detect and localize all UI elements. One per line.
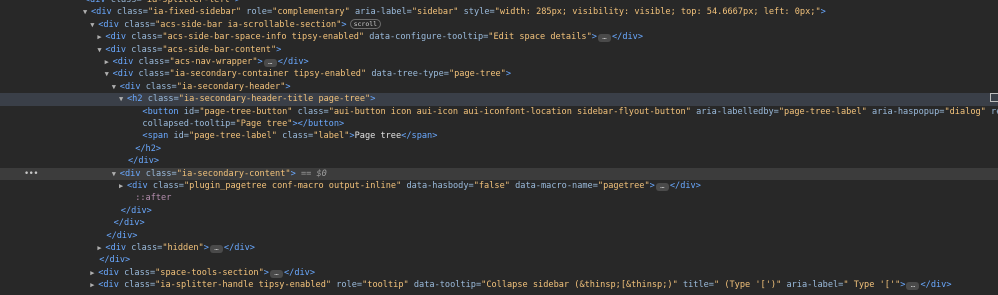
dom-node-markup: <span id="page-tree-label" class="label"… — [142, 131, 438, 142]
dom-node-line[interactable]: </div> — [0, 254, 998, 266]
collapse-triangle-icon[interactable]: ▼ — [83, 6, 91, 18]
collapse-triangle-icon[interactable]: ▼ — [105, 68, 113, 80]
dom-node-markup: </div> — [106, 230, 138, 241]
dom-node-markup: </h2> — [135, 143, 162, 154]
expand-triangle-icon[interactable]: ▶ — [119, 180, 127, 192]
dom-tree: <div class="ia-splitter-left"> ▼ <div clas… — [0, 0, 998, 295]
dom-node-line[interactable]: ••• ▼ <div class="ia-secondary-content"> =… — [0, 167, 998, 180]
dom-node-markup: </div> — [120, 205, 152, 216]
dom-node-line[interactable]: </div> — [0, 155, 998, 167]
dom-node-line[interactable]: ▼ <div class="acs-side-bar ia-scrollable-… — [0, 18, 998, 31]
dom-node-line[interactable]: ▶ <div class="acs-nav-wrapper">… </div> — [0, 56, 998, 68]
dom-node-markup: ▼ <div class="acs-side-bar-content"> — [97, 44, 282, 55]
panel-toggle-icon[interactable] — [990, 93, 998, 102]
dom-node-line[interactable]: collapsed-tooltip="Page tree"></button> — [0, 118, 998, 130]
dom-node-line[interactable]: ::after — [0, 192, 998, 204]
dom-node-markup: ▶ <div class="acs-side-bar-space-info tip… — [97, 32, 644, 43]
dom-node-line[interactable]: <button id="page-tree-button" class="aui… — [0, 106, 998, 118]
dom-node-markup: ▼ <div class="ia-secondary-header"> — [111, 81, 291, 93]
dom-node-markup: ::after — [135, 193, 172, 204]
expand-triangle-icon[interactable]: ▶ — [90, 267, 98, 279]
collapse-triangle-icon[interactable]: ▼ — [90, 19, 98, 31]
selected-node-marker: ••• — [24, 168, 39, 179]
dom-node-markup: ▶ <div class="space-tools-section">… </div… — [90, 267, 316, 279]
dom-node-markup: ▼ <div class="ia-secondary-container tips… — [104, 68, 512, 80]
scroll-badge[interactable]: scroll — [349, 18, 382, 29]
dom-node-line[interactable]: ▼ <div class="acs-side-bar-content"> — [0, 44, 998, 56]
dom-node-markup: collapsed-tooltip="Page tree"></button> — [142, 119, 345, 129]
dom-node-markup: ▶ <div class="acs-nav-wrapper">… </div> — [104, 56, 309, 68]
dom-node-markup: <button id="page-tree-button" class="aui… — [142, 106, 998, 117]
dom-node-line[interactable]: ▶ <div class="plugin_pagetree conf-macro … — [0, 180, 998, 192]
dom-node-line[interactable]: ▶ <div class="hidden">… </div> — [0, 242, 998, 254]
dom-node-markup: </div> — [128, 156, 160, 167]
dom-node-line[interactable]: </div> — [0, 205, 998, 217]
dom-node-line[interactable]: </h2> — [0, 143, 998, 155]
dom-node-markup: ▶ <div class="hidden">… </div> — [97, 243, 255, 253]
dom-node-markup: ▶ <div class="plugin_pagetree conf-macro … — [119, 180, 701, 192]
dom-node-line[interactable]: </div> — [0, 217, 998, 229]
expand-triangle-icon[interactable]: ▶ — [90, 279, 98, 291]
dom-node-markup: ▼ <h2 class="ia-secondary-header-title pa… — [119, 93, 376, 105]
collapse-triangle-icon[interactable]: ▼ — [112, 81, 120, 93]
dom-node-markup: ▼ <div class="ia-fixed-sidebar" role="com… — [83, 6, 826, 18]
dom-node-line[interactable]: <span id="page-tree-label" class="label"… — [0, 130, 998, 142]
dom-node-line[interactable]: ▶ <div class="acs-side-bar-space-info tip… — [0, 31, 998, 43]
dom-node-markup: ▶ <div class="ia-splitter-handle tipsy-en… — [90, 279, 952, 291]
dom-node-line[interactable]: ▼ <div class="ia-secondary-header"> — [0, 81, 998, 93]
dom-node-line[interactable]: ▶ <div class="ia-splitter-handle tipsy-en… — [0, 279, 998, 291]
collapse-triangle-icon[interactable]: ▼ — [119, 93, 127, 105]
dom-node-line[interactable]: ▼ <div class="ia-fixed-sidebar" role="com… — [0, 6, 998, 18]
dom-node-markup: </div> — [99, 255, 131, 266]
dom-node-markup: ▼ <div class="acs-side-bar ia-scrollable-… — [90, 18, 382, 31]
collapse-triangle-icon[interactable]: ▼ — [112, 168, 120, 180]
dom-node-markup: </div> — [113, 218, 145, 229]
dom-node-line[interactable]: </div> — [0, 230, 998, 242]
expand-triangle-icon[interactable]: ▶ — [105, 56, 113, 68]
dom-node-line[interactable]: ▼ <h2 class="ia-secondary-header-title pa… — [0, 93, 998, 106]
dom-node-line[interactable]: ▶ <div class="space-tools-section">… </div… — [0, 267, 998, 279]
dom-node-markup: ▼ <div class="ia-secondary-content"> == $… — [111, 168, 327, 180]
dom-node-line[interactable]: ▼ <div class="ia-secondary-container tips… — [0, 68, 998, 80]
